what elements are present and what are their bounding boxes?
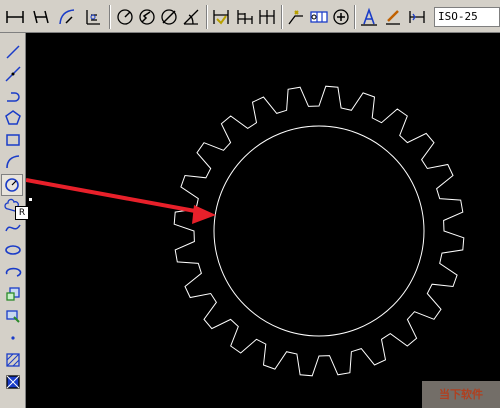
baseline-dimension-icon[interactable] bbox=[234, 6, 256, 28]
toolbar-separator bbox=[109, 5, 111, 29]
line-icon[interactable] bbox=[3, 42, 23, 62]
toolbar-separator bbox=[206, 5, 208, 29]
gear bbox=[173, 85, 465, 377]
quick-leader-icon[interactable] bbox=[285, 6, 307, 28]
toolbar-separator bbox=[354, 5, 356, 29]
cad-window: ISO-25 R 当下软件 bbox=[0, 0, 500, 408]
jogged-dimension-icon[interactable] bbox=[136, 6, 158, 28]
circle-icon[interactable] bbox=[1, 174, 23, 196]
center-mark-icon[interactable] bbox=[330, 6, 352, 28]
insert-block-icon[interactable] bbox=[3, 284, 23, 304]
polyline-icon[interactable] bbox=[3, 86, 23, 106]
inner-circle bbox=[213, 125, 425, 337]
radius-dimension-icon[interactable] bbox=[114, 6, 136, 28]
polygon-icon[interactable] bbox=[3, 108, 23, 128]
continue-dimension-icon[interactable] bbox=[256, 6, 278, 28]
gradient-icon[interactable] bbox=[3, 372, 23, 392]
ordinate-dimension-icon[interactable] bbox=[82, 6, 104, 28]
quick-dimension-icon[interactable] bbox=[210, 6, 232, 28]
watermark-logo: 当下软件 bbox=[422, 381, 500, 408]
drawing-canvas[interactable] bbox=[26, 33, 500, 408]
dimension-style-select[interactable]: ISO-25 bbox=[434, 7, 500, 27]
dimension-text-edit-icon[interactable] bbox=[382, 6, 404, 28]
make-block-icon[interactable] bbox=[3, 306, 23, 326]
hatch-icon[interactable] bbox=[3, 350, 23, 370]
dimension-update-icon[interactable] bbox=[406, 6, 428, 28]
aligned-dimension-icon[interactable] bbox=[30, 6, 52, 28]
spline-icon[interactable] bbox=[3, 218, 23, 238]
annotation-arrow bbox=[26, 178, 216, 224]
linear-dimension-icon[interactable] bbox=[4, 6, 26, 28]
gear-outline bbox=[173, 85, 465, 377]
arrow-head bbox=[192, 205, 216, 224]
arc-icon[interactable] bbox=[3, 152, 23, 172]
toolbar-separator bbox=[281, 5, 283, 29]
ellipse-arc-icon[interactable] bbox=[3, 262, 23, 282]
point-icon[interactable] bbox=[3, 328, 23, 348]
angular-dimension-icon[interactable] bbox=[180, 6, 202, 28]
construction-line-icon[interactable] bbox=[3, 64, 23, 84]
dimension-edit-icon[interactable] bbox=[358, 6, 380, 28]
diameter-dimension-icon[interactable] bbox=[158, 6, 180, 28]
rectangle-icon[interactable] bbox=[3, 130, 23, 150]
ellipse-icon[interactable] bbox=[3, 240, 23, 260]
arc-length-icon[interactable] bbox=[56, 6, 78, 28]
draw-toolbar bbox=[0, 33, 26, 408]
dimension-toolbar: ISO-25 bbox=[0, 0, 500, 33]
tolerance-icon[interactable] bbox=[308, 6, 330, 28]
